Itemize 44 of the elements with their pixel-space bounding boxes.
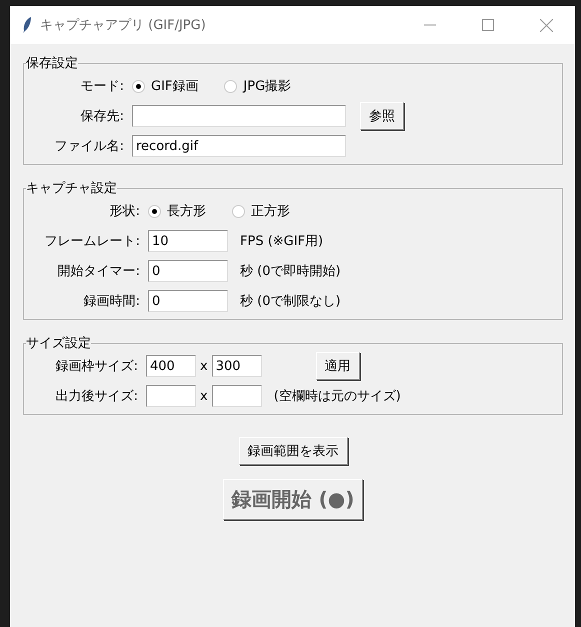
group-title: 保存設定 [26, 55, 78, 72]
group-title: サイズ設定 [26, 335, 91, 352]
radio-option[interactable]: 正方形 [232, 202, 290, 220]
feather-icon [22, 16, 32, 34]
radio-option[interactable]: 長方形 [148, 202, 206, 220]
radio-icon[interactable] [148, 204, 161, 218]
radio-icon[interactable] [132, 80, 145, 92]
radio-option[interactable]: JPG撮影 [224, 77, 292, 95]
maximize-icon [482, 19, 494, 31]
close-icon [540, 18, 552, 32]
field-label: 録画枠サイズ: [54, 358, 139, 375]
input-field[interactable] [212, 385, 262, 407]
field-label: ファイル名: [54, 138, 125, 155]
field-label: モード: [80, 78, 125, 95]
minimize-icon [424, 24, 436, 26]
field-label: フレームレート: [44, 233, 141, 250]
show-area-button[interactable]: 録画範囲を表示 [238, 437, 348, 465]
separator-text: x [200, 388, 208, 404]
window-title: キャプチャアプリ (GIF/JPG) [40, 17, 207, 34]
browse-button[interactable]: 参照 [360, 102, 404, 130]
field-label: 開始タイマー: [56, 263, 141, 280]
apply-button[interactable]: 適用 [316, 352, 360, 380]
unit-note: 秒 (0で即時開始) [240, 263, 341, 280]
input-field[interactable] [132, 105, 346, 127]
separator-text: x [200, 358, 208, 374]
hint-text: (空欄時は元のサイズ) [274, 388, 401, 405]
input-field[interactable] [146, 385, 196, 407]
group-title: キャプチャ設定 [26, 180, 117, 197]
field-label: 出力後サイズ: [54, 388, 139, 405]
field-label: 形状: [108, 203, 141, 220]
input-field[interactable]: 0 [148, 260, 228, 282]
radio-option[interactable]: GIF録画 [132, 77, 198, 95]
unit-note: 秒 (0で制限なし) [240, 293, 341, 310]
input-field[interactable]: 300 [212, 355, 262, 377]
radio-icon[interactable] [232, 204, 245, 218]
input-field[interactable]: 0 [148, 290, 228, 312]
radio-icon[interactable] [224, 80, 238, 92]
field-label: 録画時間: [82, 293, 141, 310]
input-field[interactable]: record.gif [132, 135, 346, 157]
input-field[interactable]: 400 [146, 355, 196, 377]
field-label: 保存先: [80, 108, 125, 125]
start-recording-button[interactable]: 録画開始 (●) [222, 479, 364, 520]
input-field[interactable]: 10 [148, 230, 228, 252]
unit-note: FPS (※GIF用) [240, 233, 324, 250]
